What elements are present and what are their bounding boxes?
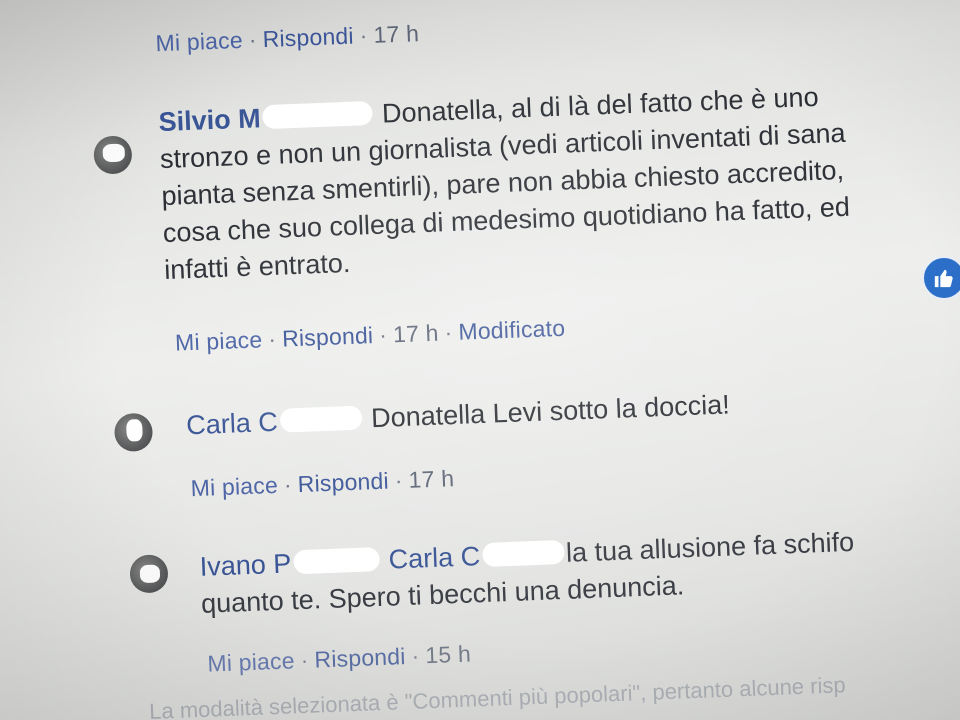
redaction [292, 547, 380, 575]
comment-text: la tua allusione fa schifo [565, 526, 855, 568]
timestamp: 17 h [392, 319, 440, 348]
edited-link[interactable]: Modificato [458, 315, 566, 345]
like-link[interactable]: Mi piace [190, 472, 278, 501]
redaction-blot [126, 419, 143, 442]
redaction [481, 539, 565, 568]
comment-mention[interactable]: Carla C [388, 541, 481, 574]
like-link[interactable]: Mi piace [207, 647, 295, 676]
redaction [262, 100, 373, 130]
timestamp: 15 h [424, 640, 472, 669]
reply-link[interactable]: Rispondi [297, 468, 389, 497]
comment-text: Donatella Levi sotto la doccia! [370, 389, 731, 434]
separator: · [359, 22, 369, 49]
redaction-blot [139, 564, 161, 584]
reply-link[interactable]: Rispondi [262, 23, 354, 52]
comments-thread: Mi piace · Rispondi · 17 h Silvio M Donatell… [0, 0, 960, 720]
comment-author[interactable]: Silvio M [158, 103, 261, 137]
like-link[interactable]: Mi piace [175, 326, 263, 355]
comment-author[interactable]: Carla C [186, 407, 279, 440]
timestamp: 17 h [408, 465, 455, 493]
separator: · [378, 321, 388, 348]
avatar[interactable] [113, 412, 154, 453]
thumbs-up-glyph [934, 269, 953, 288]
comment-actions: Mi piace · Rispondi · 17 h [190, 465, 454, 502]
separator: · [394, 467, 404, 494]
comment-line: Carla C Donatella Levi sotto la doccia! [186, 378, 947, 444]
comment-actions: Mi piace · Rispondi · 17 h · Modificato [175, 315, 566, 357]
avatar[interactable] [93, 135, 133, 175]
separator: · [267, 325, 277, 353]
comment-silvio: Silvio M Donatella, al di là del fatto c… [158, 74, 945, 289]
top-comment-actions: Mi piace · Rispondi · 17 h [155, 20, 419, 57]
comment-author[interactable]: Ivano P [199, 548, 292, 581]
separator: · [300, 646, 309, 674]
like-link[interactable]: Mi piace [155, 27, 243, 56]
comment-ivano: Ivano P Carla C la tua allusione fa schif… [199, 520, 960, 623]
timestamp: 17 h [373, 20, 420, 48]
separator: · [444, 319, 453, 346]
avatar[interactable] [129, 554, 169, 594]
reply-link[interactable]: Rispondi [314, 643, 406, 672]
redaction [279, 405, 363, 433]
separator: · [248, 26, 258, 53]
thumbs-up-icon[interactable] [922, 256, 960, 300]
comment-actions: Mi piace · Rispondi · 15 h [207, 641, 471, 678]
screen: Mi piace · Rispondi · 17 h Silvio M Donatell… [0, 0, 960, 720]
separator: · [411, 642, 420, 669]
separator: · [283, 471, 293, 498]
redaction-blot [102, 143, 126, 163]
sort-mode-note: La modalità selezionata è "Commenti più … [148, 672, 847, 720]
comment-carla: Carla C Donatella Levi sotto la doccia! [186, 378, 947, 444]
reply-link[interactable]: Rispondi [282, 322, 374, 351]
